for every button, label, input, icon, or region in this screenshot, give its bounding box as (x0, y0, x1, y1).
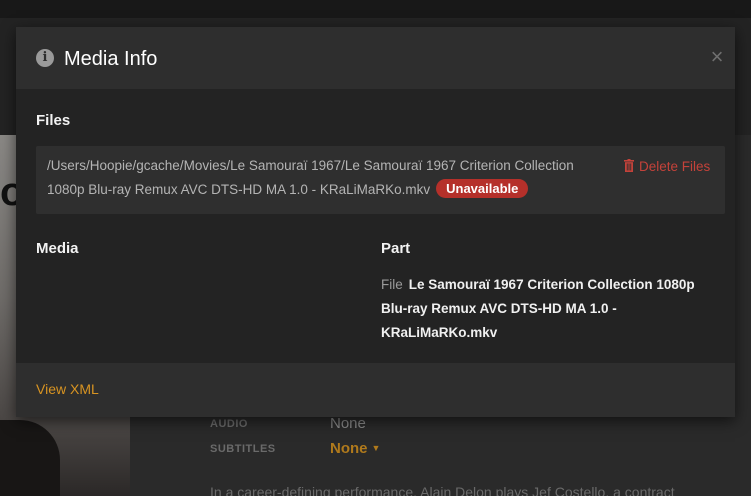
part-file-info: File Le Samouraï 1967 Criterion Collectio… (381, 273, 721, 345)
file-entry: /Users/Hoopie/gcache/Movies/Le Samouraï … (36, 146, 725, 214)
file-path-line-2: 1080p Blu-ray Remux AVC DTS-HD MA 1.0 - … (47, 178, 627, 202)
view-xml-link[interactable]: View XML (36, 381, 99, 397)
part-heading: Part (381, 240, 411, 257)
file-path-line-1: /Users/Hoopie/gcache/Movies/Le Samouraï … (47, 158, 574, 173)
unavailable-badge: Unavailable (436, 179, 529, 198)
file-path-line-2-text: 1080p Blu-ray Remux AVC DTS-HD MA 1.0 - … (47, 182, 431, 197)
modal-body: Files /Users/Hoopie/gcache/Movies/Le Sam… (16, 89, 735, 363)
files-heading: Files (36, 112, 71, 129)
trash-icon (624, 159, 634, 172)
audio-value: None (330, 415, 366, 432)
media-info-modal: i Media Info × Files /Users/Hoopie/gcach… (16, 27, 735, 417)
app-top-bar (0, 0, 751, 18)
audio-label: AUDIO (210, 418, 248, 430)
file-path: /Users/Hoopie/gcache/Movies/Le Samouraï … (47, 154, 627, 202)
subtitles-select-value: None (330, 440, 368, 457)
subtitles-select[interactable]: None ▼ (330, 440, 380, 457)
delete-files-label: Delete Files (639, 159, 711, 174)
subtitles-label: SUBTITLES (210, 443, 276, 455)
modal-title: Media Info (64, 48, 158, 70)
part-file-value: Le Samouraï 1967 Criterion Collection 10… (381, 277, 695, 340)
modal-footer: View XML (16, 363, 735, 417)
info-icon: i (36, 49, 54, 67)
caret-down-icon: ▼ (371, 443, 381, 453)
modal-header: i Media Info × (16, 27, 735, 89)
media-heading: Media (36, 240, 79, 257)
delete-files-button[interactable]: Delete Files (624, 158, 722, 176)
movie-description: In a career-defining performance, Alain … (210, 486, 675, 496)
close-icon[interactable]: × (706, 44, 728, 70)
part-file-label: File (381, 277, 403, 292)
